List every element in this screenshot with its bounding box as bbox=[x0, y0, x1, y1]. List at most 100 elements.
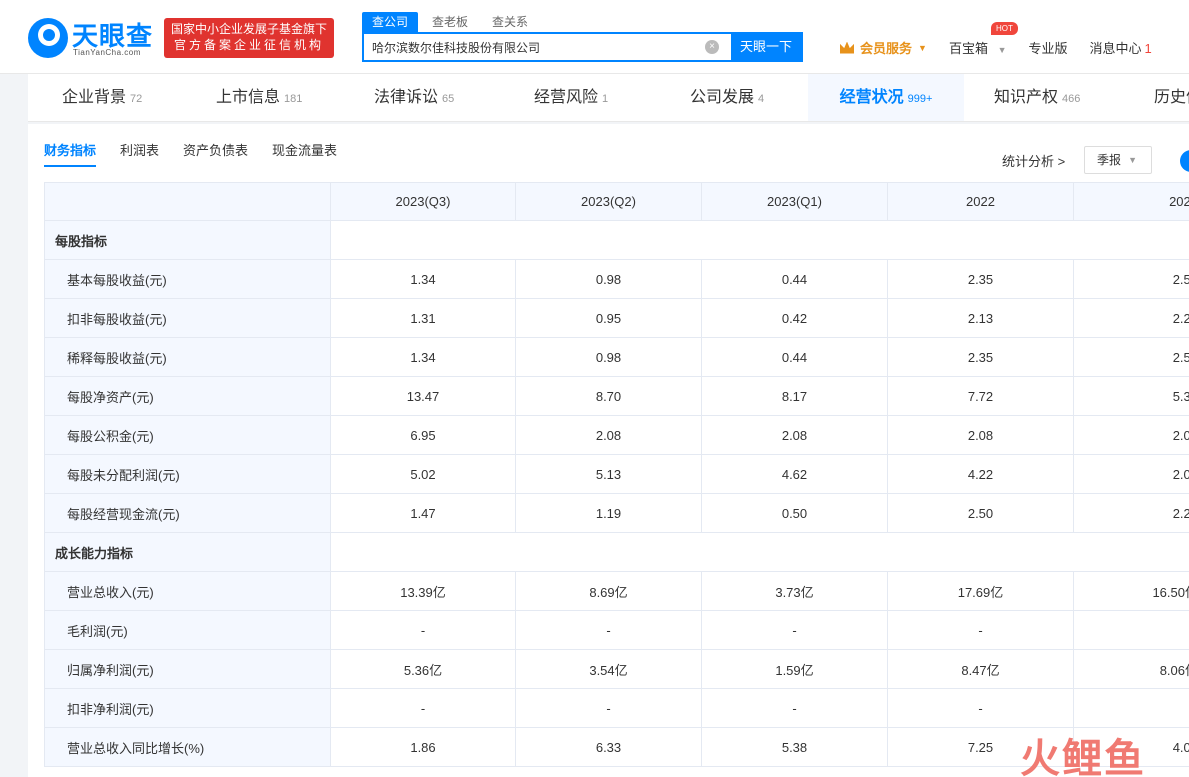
table-cell: 2.08 bbox=[887, 415, 1074, 455]
vip-label: 会员服务 bbox=[860, 41, 913, 56]
tab-label: 经营风险 bbox=[534, 89, 599, 106]
table-cell: 5.38 bbox=[701, 727, 888, 767]
vip-service-menu[interactable]: 会员服务 ▼ bbox=[840, 38, 927, 57]
tab-count: 65 bbox=[442, 93, 455, 105]
search-button[interactable]: 天眼一下 bbox=[731, 34, 801, 60]
table-cell: 2.13 bbox=[887, 298, 1074, 338]
tab-count: 466 bbox=[1062, 93, 1081, 105]
message-center-label: 消息中心 bbox=[1089, 41, 1142, 56]
table-cell: 2.55 bbox=[1073, 259, 1189, 299]
table-cell: 2.09 bbox=[1073, 454, 1189, 494]
tab-label: 经营状况 bbox=[839, 89, 904, 106]
treasure-box-menu[interactable]: HOT 百宝箱 ▼ bbox=[948, 22, 1018, 57]
table-cell: 0.44 bbox=[701, 259, 888, 299]
table-cell: 7.72 bbox=[887, 376, 1074, 416]
tab-listing[interactable]: 上市信息 181 bbox=[216, 74, 302, 121]
period-select[interactable]: 季报 ▼ bbox=[1084, 146, 1152, 174]
table-cell: 3.73亿 bbox=[701, 571, 888, 611]
financial-card: 财务指标 利润表 资产负债表 现金流量表 统计分析 > 季报 ▼ 2023(Q3… bbox=[28, 124, 1189, 777]
table-cell: 2.08 bbox=[701, 415, 888, 455]
row-label: 营业总收入同比增长(%) bbox=[44, 727, 331, 767]
section-title: 成长能力指标 bbox=[44, 532, 331, 572]
row-label: 每股未分配利润(元) bbox=[44, 454, 331, 494]
table-cell: - bbox=[887, 688, 1074, 728]
table-cell: 0.95 bbox=[515, 298, 702, 338]
table-cell: 3.54亿 bbox=[515, 649, 702, 689]
table-cell: 5.37 bbox=[1073, 376, 1189, 416]
tab-history[interactable]: 历史信息 bbox=[1154, 74, 1189, 121]
row-label: 毛利润(元) bbox=[44, 610, 331, 650]
table-cell: 0.98 bbox=[515, 337, 702, 377]
official-badge[interactable]: 国家中小企业发展子基金旗下 官方备案企业征信机构 bbox=[164, 18, 334, 58]
tab-operations[interactable]: 经营状况 999+ bbox=[808, 74, 964, 121]
hot-badge: HOT bbox=[990, 22, 1018, 35]
table-cell: 0.98 bbox=[515, 259, 702, 299]
top-nav: 会员服务 ▼ HOT 百宝箱 ▼ 专业版 消息中心 1 bbox=[840, 22, 1174, 57]
search-input[interactable] bbox=[364, 34, 705, 60]
subtab-cash-flow[interactable]: 现金流量表 bbox=[272, 140, 337, 167]
tab-label: 法律诉讼 bbox=[374, 89, 439, 106]
row-label: 归属净利润(元) bbox=[44, 649, 331, 689]
table-cell: - bbox=[1073, 610, 1189, 650]
table-cell: - bbox=[701, 688, 888, 728]
tab-count: 4 bbox=[758, 93, 765, 105]
table-section-row: 每股指标 bbox=[44, 220, 1189, 260]
pro-version-link[interactable]: 专业版 bbox=[1029, 38, 1068, 57]
table-cell: 5.13 bbox=[515, 454, 702, 494]
treasure-box-label: 百宝箱 bbox=[948, 41, 988, 56]
subtab-financial-indicators[interactable]: 财务指标 bbox=[44, 140, 97, 167]
table-cell: 1.19 bbox=[515, 493, 702, 533]
header-label-cell bbox=[44, 182, 331, 221]
search-tab-boss[interactable]: 查老板 bbox=[422, 12, 478, 32]
table-cell: 13.47 bbox=[330, 376, 516, 416]
tab-label: 公司发展 bbox=[690, 89, 755, 106]
table-cell: 17.69亿 bbox=[887, 571, 1074, 611]
side-circle-button[interactable] bbox=[1180, 150, 1189, 172]
tianyancha-logo[interactable]: 天眼查 TianYanCha.com bbox=[28, 16, 154, 60]
tab-background[interactable]: 企业背景 72 bbox=[62, 74, 142, 121]
search-tab-relation[interactable]: 查关系 bbox=[482, 12, 538, 32]
table-row: 每股未分配利润(元)5.025.134.624.222.09 bbox=[44, 454, 1189, 494]
table-cell: - bbox=[1073, 688, 1189, 728]
table-cell: 8.17 bbox=[701, 376, 888, 416]
tab-ip[interactable]: 知识产权 466 bbox=[994, 74, 1080, 121]
table-cell: 4.62 bbox=[701, 454, 888, 494]
tab-risk[interactable]: 经营风险 1 bbox=[534, 74, 608, 121]
tab-development[interactable]: 公司发展 4 bbox=[690, 74, 764, 121]
tab-label: 企业背景 bbox=[62, 89, 127, 106]
tab-count: 999+ bbox=[907, 93, 933, 105]
watermark-logo: 火鲤鱼 bbox=[1020, 726, 1146, 777]
logo-subtitle: TianYanCha.com bbox=[73, 48, 141, 57]
subtab-balance-sheet[interactable]: 资产负债表 bbox=[183, 140, 248, 167]
clear-icon[interactable]: × bbox=[705, 40, 719, 54]
chevron-down-icon: ▼ bbox=[997, 45, 1007, 55]
badge-line-1: 国家中小企业发展子基金旗下 bbox=[170, 22, 327, 36]
logo-icon bbox=[28, 18, 68, 58]
message-count-badge: 1 bbox=[1144, 41, 1152, 56]
search-tab-company[interactable]: 查公司 bbox=[362, 12, 419, 32]
table-header-row: 2023(Q3) 2023(Q2) 2023(Q1) 2022 2021 bbox=[44, 182, 1189, 221]
statistics-analysis-link[interactable]: 统计分析 > bbox=[1002, 151, 1065, 170]
chevron-down-icon: ▼ bbox=[918, 42, 927, 53]
table-cell: 8.06亿 bbox=[1073, 649, 1189, 689]
table-cell: 1.86 bbox=[330, 727, 516, 767]
message-center-link[interactable]: 消息中心 1 bbox=[1090, 38, 1152, 57]
tab-label: 上市信息 bbox=[216, 89, 281, 106]
table-cell: 5.36亿 bbox=[330, 649, 516, 689]
tab-label: 知识产权 bbox=[994, 89, 1059, 106]
subtab-income-statement[interactable]: 利润表 bbox=[120, 140, 159, 167]
tab-legal[interactable]: 法律诉讼 65 bbox=[374, 74, 454, 121]
table-cell: 4.22 bbox=[887, 454, 1074, 494]
table-row: 每股公积金(元)6.952.082.082.082.08 bbox=[44, 415, 1189, 455]
search-area: 查公司 查老板 查关系 × 天眼一下 bbox=[362, 12, 804, 64]
table-cell: 13.39亿 bbox=[330, 571, 516, 611]
table-cell: 1.34 bbox=[330, 337, 516, 377]
table-cell: 0.44 bbox=[701, 337, 888, 377]
row-label: 每股净资产(元) bbox=[44, 376, 331, 416]
row-label: 营业总收入(元) bbox=[44, 571, 331, 611]
table-section-row: 成长能力指标 bbox=[44, 532, 1189, 572]
table-cell: 6.33 bbox=[515, 727, 702, 767]
tab-count: 1 bbox=[602, 93, 609, 105]
column-header: 2023(Q2) bbox=[515, 182, 702, 221]
table-cell: 0.42 bbox=[701, 298, 888, 338]
